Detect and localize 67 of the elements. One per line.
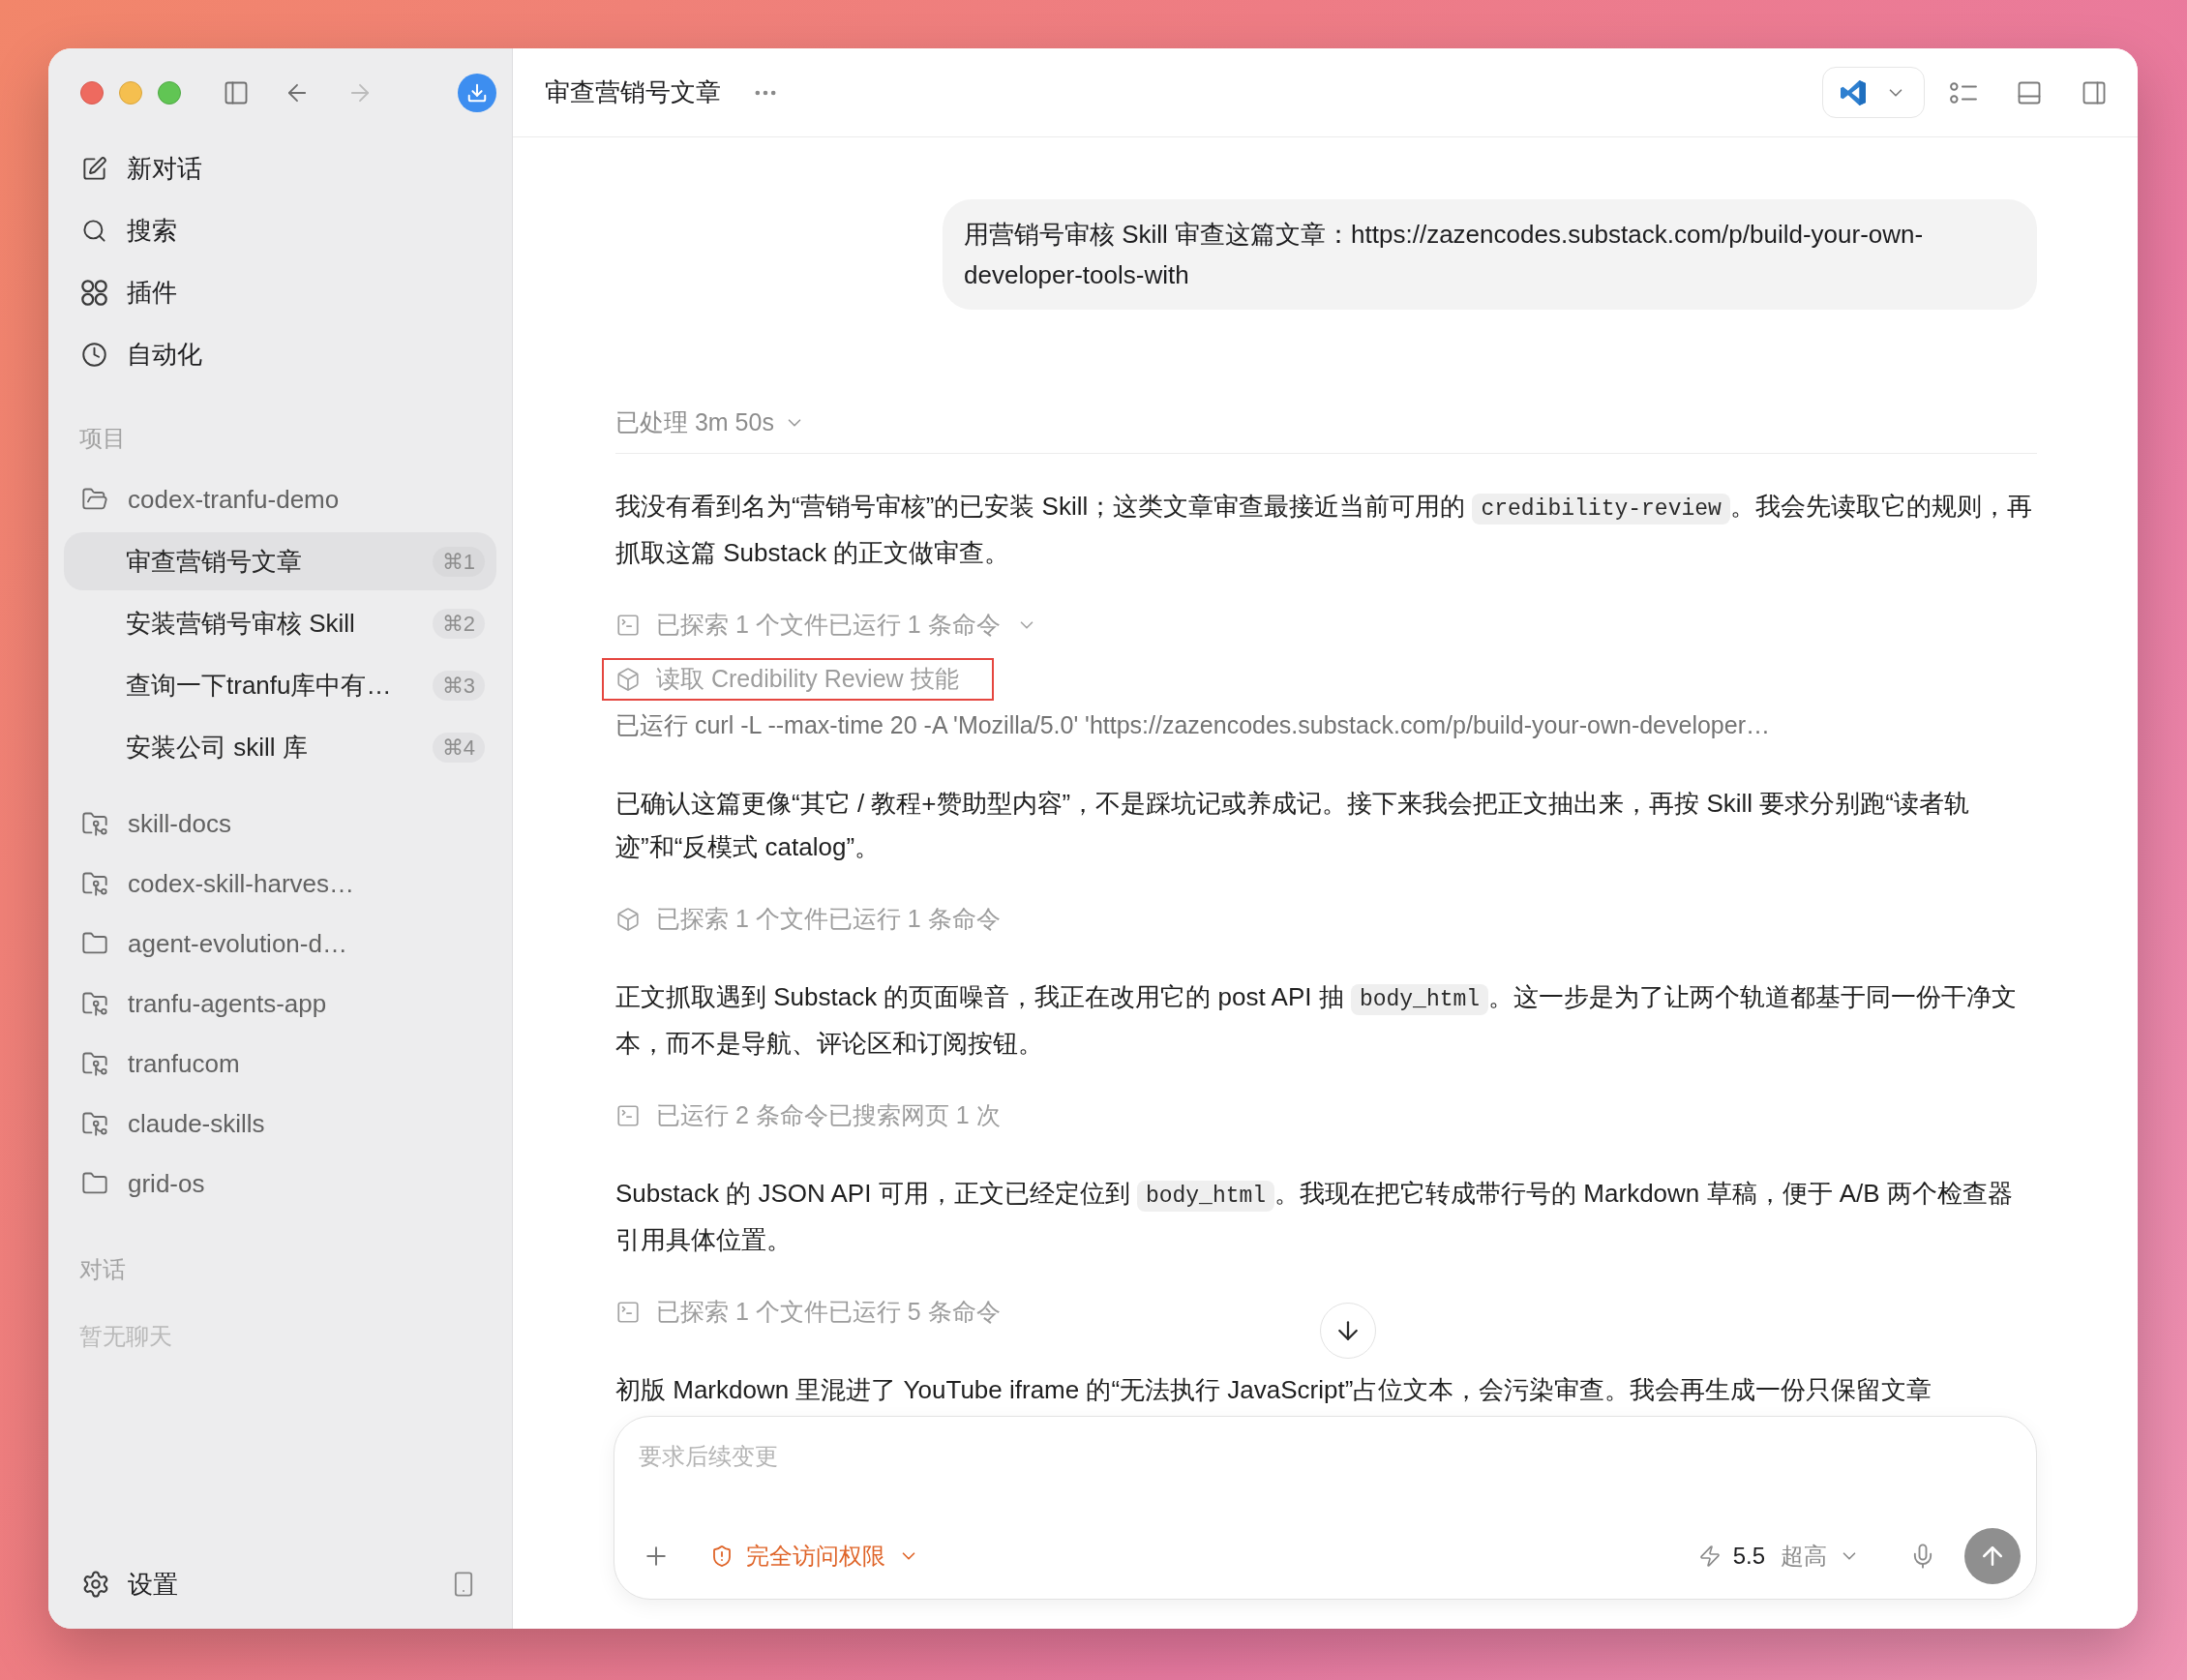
terminal-icon [615,1103,641,1128]
nav-item[interactable]: 自动化 [64,323,496,385]
activity-item[interactable]: 已探索 1 个文件已运行 1 条命令 [615,606,1037,645]
message-paragraph: 已确认这篇更像“其它 / 教程+赞助型内容”，不是踩坑记或养成记。接下来我会把正文抽出来，再按 Skill 要求分别跑“读者轨迹”和“反模式 catalog”。 [615,788,1970,863]
code-snippet: body_html [1136,1181,1275,1212]
project-item[interactable]: agent-evolution-d… [64,915,496,972]
search-icon [81,217,107,244]
download-button[interactable] [458,74,496,112]
project-item[interactable]: tranfu-agents-app [64,975,496,1032]
message-input[interactable]: 要求后续变更 [630,1440,2021,1528]
shortcut-key: ⌘4 [432,732,485,763]
nav-item[interactable]: 插件 [64,261,496,323]
shortcut-key: ⌘2 [432,608,485,639]
code-snippet: credibility-review [1472,494,1730,525]
list-icon[interactable] [1950,81,1977,104]
download-icon [466,82,488,104]
activity-item[interactable]: 读取 Credibility Review 技能 [615,660,959,699]
project-item[interactable]: grid-os [64,1155,496,1212]
activity-item[interactable]: 已探索 1 个文件已运行 1 条命令 [615,900,1001,939]
effort-button[interactable]: 超高 [1781,1539,1860,1574]
edit-icon [81,155,107,182]
minimize-button[interactable] [119,81,142,105]
project-item[interactable]: claude-skills [64,1095,496,1152]
user-message: 用营销号审核 Skill 审查这篇文章：https://zazencodes.substack.com/p/build-your-own-developer-tools-with [943,199,2037,310]
nav-item[interactable]: 搜索 [64,199,496,261]
nav-item[interactable]: 新对话 [64,137,496,199]
project-item[interactable]: tranfucom [64,1035,496,1092]
sidebar-toggle-icon[interactable] [223,79,250,106]
thread-item[interactable]: 安装营销号审核 Skill ⌘2 [64,594,496,652]
activity-item[interactable]: 已运行 2 条命令已搜索网页 1 次 [615,1096,1001,1135]
send-button[interactable] [1964,1528,2021,1584]
thread-item[interactable]: 查询一下tranfu库中有… ⌘3 [64,656,496,714]
cube-icon [615,907,641,932]
status-toggle[interactable]: 已处理 3m 50s [615,404,805,442]
thread-item[interactable]: 审查营销号文章 ⌘1 [64,532,496,590]
shortcut-key: ⌘1 [432,546,485,577]
cube-icon [615,667,641,692]
terminal-icon [615,1300,641,1325]
command-item[interactable]: 已运行 curl -L --max-time 20 -A 'Mozilla/5.0' 'https://zazencodes.substack.com/p/build-your-own-developer… [615,706,1770,745]
project-item[interactable]: codex-skill-harves… [64,855,496,912]
close-button[interactable] [80,81,104,105]
model-button[interactable]: 5.5 [1697,1539,1765,1574]
message-paragraph: 我没有看到名为“营销号审核”的已安装 Skill；这类文章审查最接近当前可用的 credibility-review 。我会先读取它的规则，再抓取这篇 Substack 的正文做审查。 [615,491,2033,569]
shortcut-key: ⌘3 [432,670,485,701]
terminal-icon [615,613,641,638]
maximize-button[interactable] [158,81,181,105]
settings-button[interactable]: 设置 [81,1565,178,1604]
circles-grid-icon [81,279,107,306]
clock-icon [81,341,107,368]
shield-alert-icon [710,1545,734,1568]
activity-item[interactable]: 已探索 1 个文件已运行 5 条命令 [615,1293,1001,1332]
project-item[interactable]: codex-tranfu-demo [64,470,496,528]
settings-icon [81,1570,110,1599]
message-paragraph: Substack 的 JSON API 可用，正文已经定位到 body_html 。我现在把它转成带行号的 Markdown 草稿，便于 A/B 两个检查器引用具体位置。 [615,1178,2014,1256]
message-paragraph: 初版 Markdown 里混进了 YouTube iframe 的“无法执行 JavaScript”占位文本，会污染审查。我会再生成一份只保留文章 [615,1374,1933,1406]
code-editor-icon [1841,79,1866,105]
lightning-icon [1697,1545,1722,1568]
code-snippet: body_html [1350,984,1489,1015]
access-mode-button[interactable]: 完全访问权限 [710,1539,919,1574]
section-heading: 项目 [78,424,127,453]
open-in-editor-button[interactable] [1822,67,1925,118]
project-item[interactable]: skill-docs [64,795,496,852]
thread-item[interactable]: 安装公司 skill 库 ⌘4 [64,718,496,776]
section-heading: 对话 [78,1255,127,1284]
chat-title: 审查营销号文章 [545,76,721,108]
composer-panel[interactable]: 要求后续变更 完全访问权限 5.5 超高 [614,1416,2037,1600]
message-paragraph: 正文抓取遇到 Substack 的页面噪音，我正在改用它的 post API 抽 body_html 。这一步是为了让两个轨道都基于同一份干净文本，而不是导航、评论区和订阅按钮。 [615,981,2019,1060]
